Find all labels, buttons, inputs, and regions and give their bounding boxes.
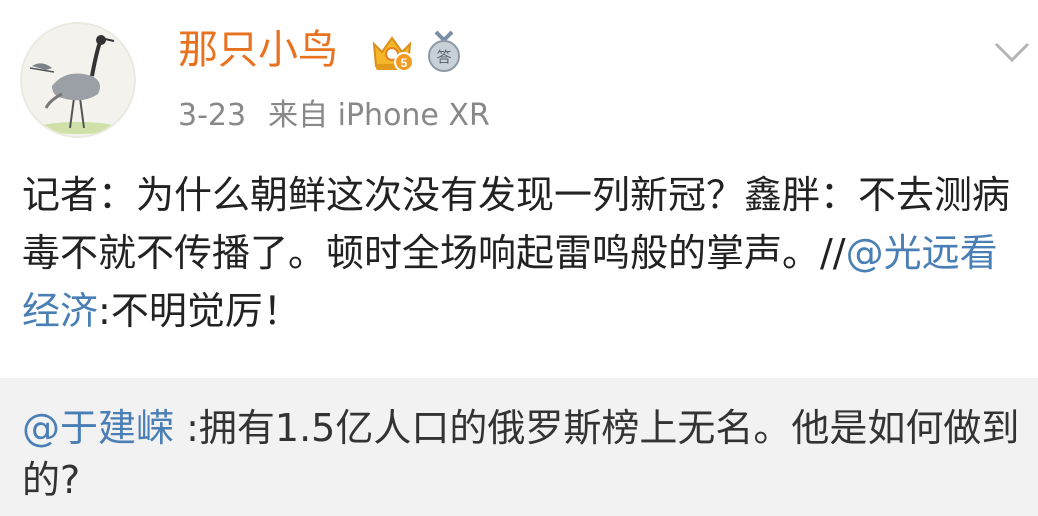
avatar[interactable] <box>20 22 136 138</box>
post-body: 记者：为什么朝鲜这次没有发现一列新冠？鑫胖：不去测病毒不就不传播了。顿时全场响起… <box>22 166 1022 340</box>
post-date: 3-23 <box>178 98 247 133</box>
weibo-post: 那只小鸟 5 答 3-23 来自 iPhone XR 记者：为什么朝鲜这次没有发现… <box>0 0 1038 378</box>
chevron-down-icon[interactable] <box>992 36 1032 66</box>
mention-comment: :不明觉厉！ <box>98 289 301 333</box>
answer-medal-icon[interactable]: 答 <box>424 30 464 74</box>
crown-vip-icon[interactable]: 5 <box>368 30 416 74</box>
repost-author-link[interactable]: @于建嵘 <box>22 406 174 450</box>
answer-badge-label: 答 <box>436 48 451 66</box>
crane-illustration <box>29 35 118 134</box>
repost-body: @于建嵘 :拥有1.5亿人口的俄罗斯榜上无名。他是如何做到的? <box>22 402 1022 506</box>
username[interactable]: 那只小鸟 <box>178 26 338 74</box>
vip-level-label: 5 <box>401 56 408 70</box>
post-meta: 3-23 来自 iPhone XR <box>178 96 490 136</box>
post-source[interactable]: 来自 iPhone XR <box>268 98 490 133</box>
